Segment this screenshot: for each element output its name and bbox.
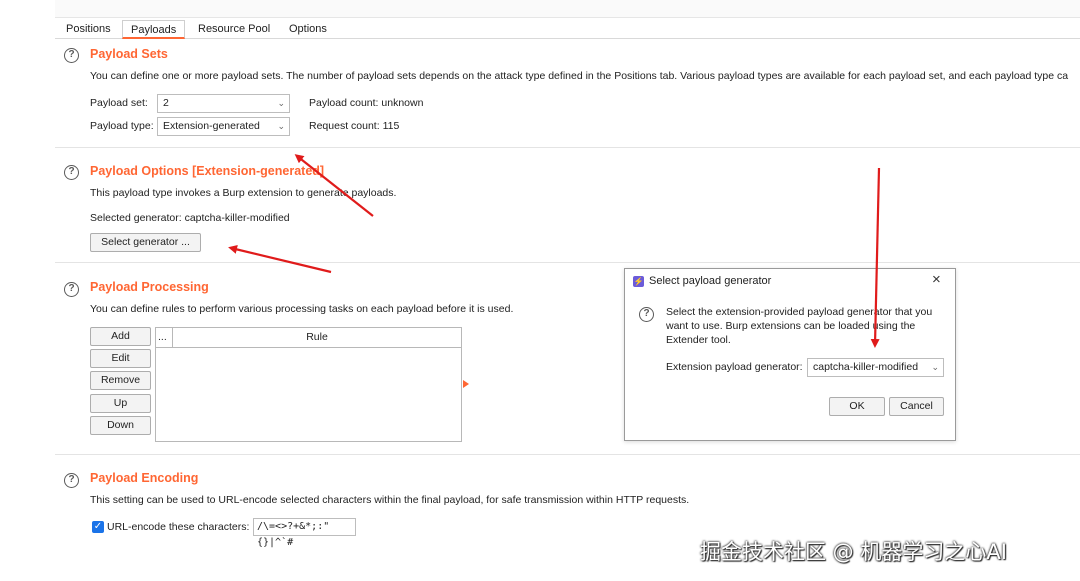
- watermark-text: 掘金技术社区 @ 机器学习之心AI: [700, 540, 1007, 564]
- annotation-arrows: [228, 154, 881, 348]
- annotation-arrow: [228, 245, 332, 274]
- annotation-arrow: [294, 154, 374, 217]
- annotation-arrow: [870, 167, 881, 348]
